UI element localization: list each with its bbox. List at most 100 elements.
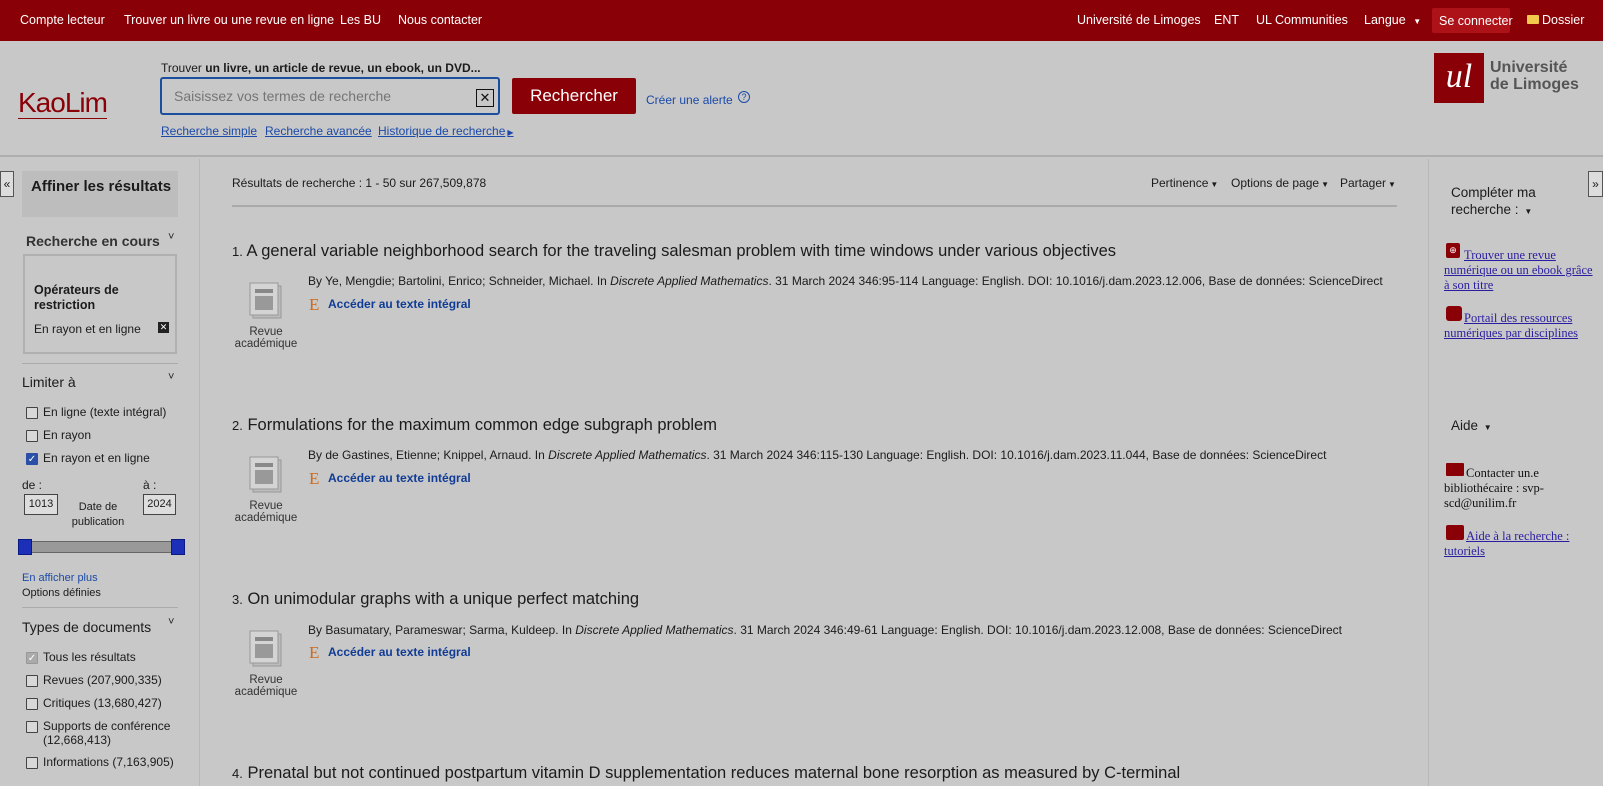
top-navigation-bar: Compte lecteur Trouver un livre ou une r… [0,0,1603,41]
type-revues-label[interactable]: Revues (207,900,335) [43,673,162,687]
chevron-down-icon[interactable]: ˅ [168,616,174,628]
resources-portal-link[interactable]: Portail des ressources numériques par di… [1444,311,1594,341]
fulltext-link[interactable]: Accéder au texte intégral [328,471,471,485]
simple-search-link[interactable]: Recherche simple [161,124,257,138]
help-dropdown[interactable]: Aide ▼ [1451,418,1492,433]
chevron-down-icon[interactable]: ˅ [168,231,174,243]
clear-search-icon[interactable]: ✕ [476,89,494,107]
date-to-input[interactable]: 2024 [143,494,176,515]
result-authors: By de Gastines, Etienne; Knippel, Arnaud… [308,448,549,462]
result-meta: By Basumatary, Parameswar; Sarma, Kuldee… [308,623,1342,637]
result-journal: Discrete Applied Mathematics [548,448,707,462]
doc-types-heading[interactable]: Types de documents [22,619,151,635]
date-to-label: à : [143,478,157,492]
page-options-dropdown[interactable]: Options de page ▼ [1231,176,1329,190]
limit-rayon-label[interactable]: En rayon [43,428,91,442]
nav-universite[interactable]: Université de Limoges [1077,13,1201,27]
limit-online-label[interactable]: En ligne (texte intégral) [43,405,166,419]
caret-down-icon: ▼ [1413,17,1422,26]
caret-down-icon: ▼ [1321,180,1329,189]
result-title-link[interactable]: On unimodular graphs with a unique perfe… [247,590,639,608]
type-critiques-label[interactable]: Critiques (13,680,427) [43,696,162,710]
contact-librarian-text: Contacter un.e bibliothécaire : svp-scd@… [1444,466,1544,510]
doc-type-label: Revue académique [234,326,298,350]
search-button[interactable]: Rechercher [512,78,636,114]
find-journal-link[interactable]: Trouver une revue numérique ou un ebook … [1444,248,1594,293]
results-count: 1 - 50 sur 267,509,878 [365,176,487,190]
collapse-left-panel-button[interactable]: « [0,171,14,197]
caret-down-icon: ▼ [1524,207,1533,216]
fulltext-e-icon: E [309,643,320,662]
checkbox-informations[interactable] [26,757,38,769]
result-title-link[interactable]: A general variable neighborhood search f… [247,242,1116,260]
publication-date-label: Date de publication [71,501,125,528]
advanced-search-link[interactable]: Recherche avancée [265,124,372,138]
result-meta: By Ye, Mengdie; Bartolini, Enrico; Schne… [308,274,1383,288]
search-history-link[interactable]: Historique de recherche ▶ [378,124,514,138]
slider-handle-start[interactable] [18,539,32,555]
checkbox-critiques[interactable] [26,698,38,710]
nav-les-bu[interactable]: Les BU [340,13,381,27]
langue-dropdown[interactable]: Langue ▼ [1364,13,1421,27]
tutorials-link[interactable]: Aide à la recherche : tutoriels [1444,529,1594,559]
result-journal: Discrete Applied Mathematics [575,623,734,637]
results-summary-prefix: Résultats de recherche : [232,176,366,190]
academic-journal-icon [247,628,285,668]
checkbox-conference[interactable] [26,721,38,733]
academic-journal-icon [247,280,285,320]
fulltext-link[interactable]: Accéder au texte intégral [328,297,471,311]
dossier-link[interactable]: Dossier [1527,13,1584,27]
caret-right-icon: ▶ [507,128,514,137]
date-range-slider[interactable] [18,541,184,553]
sort-label: Pertinence [1151,176,1209,190]
checkbox-rayon-et-ligne[interactable]: ✓ [26,453,38,465]
nav-nous-contacter[interactable]: Nous contacter [398,13,482,27]
remove-filter-icon[interactable]: ✕ [158,322,169,333]
results-summary: Résultats de recherche : 1 - 50 sur 267,… [232,176,486,190]
caret-down-icon: ▼ [1388,180,1396,189]
checkbox-all-results[interactable]: ✓ [26,652,38,664]
nav-trouver-livre[interactable]: Trouver un livre ou une revue en ligne [124,13,334,27]
doc-type-label: Revue académique [234,674,298,698]
caret-down-icon: ▼ [1483,423,1492,432]
chevron-down-icon[interactable]: ˅ [168,371,174,383]
caret-down-icon: ▼ [1210,180,1219,189]
date-from-input[interactable]: 1013 [24,494,58,515]
limiter-heading[interactable]: Limiter à [22,374,76,390]
doc-type-label: Revue académique [234,500,298,524]
current-search-box: Opérateurs de restriction En rayon et en… [23,254,177,354]
nav-ent[interactable]: ENT [1214,13,1239,27]
checkbox-online-fulltext[interactable] [26,407,38,419]
sort-dropdown[interactable]: Pertinence ▼ [1151,176,1218,190]
result-title-link[interactable]: Formulations for the maximum common edge… [247,416,717,434]
slider-handle-end[interactable] [171,539,185,555]
nav-compte-lecteur[interactable]: Compte lecteur [20,13,105,27]
type-informations-label[interactable]: Informations (7,163,905) [43,755,174,769]
type-all-label[interactable]: Tous les résultats [43,650,136,664]
universite-limoges-logo[interactable]: ul Université de Limoges [1432,53,1592,105]
expand-right-panel-button[interactable]: » [1588,171,1603,197]
checkbox-revues[interactable] [26,675,38,687]
login-button[interactable]: Se connecter [1432,8,1513,33]
share-dropdown[interactable]: Partager ▼ [1340,176,1396,190]
ul-monogram-icon: ul [1434,53,1484,103]
type-conference-label[interactable]: Supports de conférence (12,668,413) [43,719,173,747]
defined-options-link[interactable]: Options définies [22,587,101,599]
nav-ul-communities[interactable]: UL Communities [1256,13,1348,27]
create-alert-link[interactable]: Créer une alerte ? [646,91,751,107]
fulltext-link[interactable]: Accéder au texte intégral [328,645,471,659]
current-search-heading[interactable]: Recherche en cours [26,233,160,249]
search-input[interactable] [174,87,464,105]
result-item: 2. Formulations for the maximum common e… [232,416,717,435]
checkbox-en-rayon[interactable] [26,430,38,442]
dossier-label: Dossier [1542,13,1585,27]
langue-label: Langue [1364,13,1406,27]
result-title-link[interactable]: Prenatal but not continued postpartum vi… [247,764,1180,782]
complete-search-dropdown[interactable]: Compléter ma recherche : ▼ [1451,184,1561,220]
kaolim-logo[interactable]: KaoLim [18,88,108,119]
limit-rayon-ligne-label[interactable]: En rayon et en ligne [43,451,150,465]
operator-value: En rayon et en ligne [34,322,141,336]
show-more-link[interactable]: En afficher plus [22,572,98,584]
result-number: 1. [232,244,243,259]
help-icon[interactable]: ? [738,91,751,103]
